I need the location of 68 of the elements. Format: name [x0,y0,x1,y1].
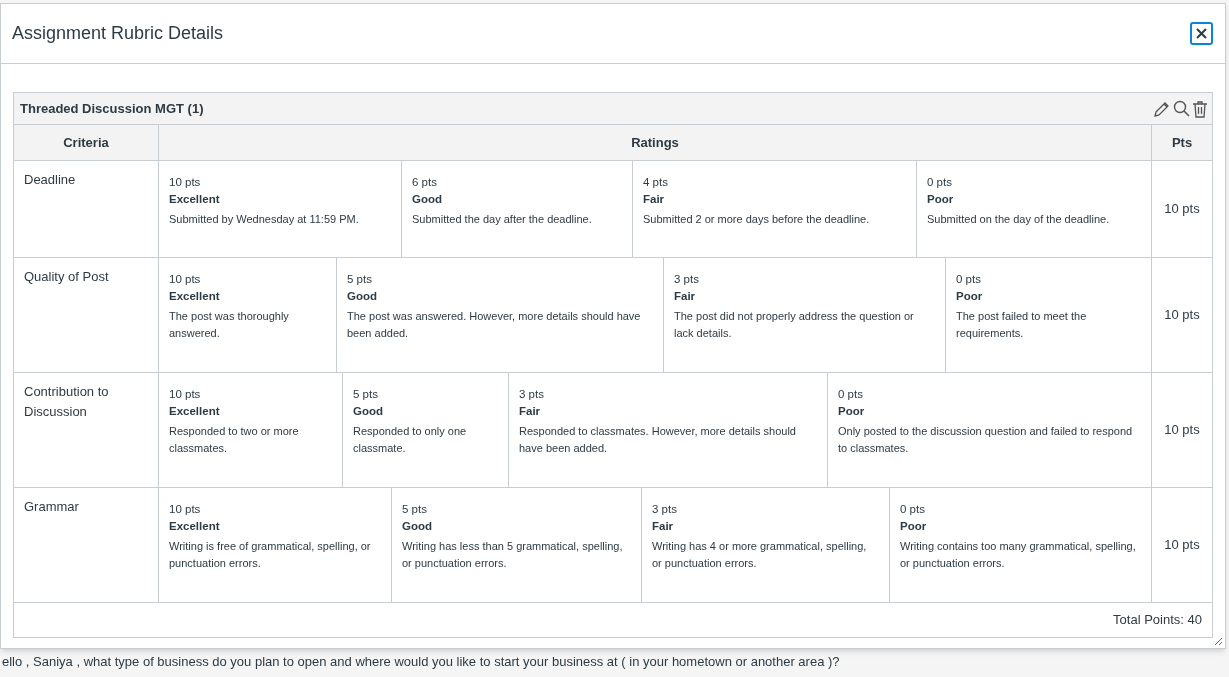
rating-label: Good [353,404,384,419]
rating-description: Submitted on the day of the deadline. [927,212,1110,227]
rubric-title: Threaded Discussion MGT (1) [20,99,204,118]
rating-label: Fair [643,192,665,207]
criterion-points: 10 pts [1164,421,1200,440]
rating-points: 3 pts [652,502,677,517]
rating-label: Poor [838,404,865,419]
criterion-points: 10 pts [1164,306,1200,325]
rating-description: The post did not properly address the question or lack details. [674,309,915,341]
rating-label: Fair [674,289,696,304]
rating-label: Poor [956,289,983,304]
rating-description: Writing has less than 5 grammatical, spelling, or punctuation errors. [402,539,624,571]
rating-description: Submitted 2 or more days before the deadline. [643,212,870,227]
rating-points: 3 pts [674,272,699,287]
rating-label: Good [347,289,378,304]
rating-points: 5 pts [347,272,372,287]
rating-label: Excellent [169,519,220,534]
rating-label: Poor [927,192,954,207]
rating-points: 0 pts [900,502,925,517]
rating-label: Fair [652,519,674,534]
rating-description: The post was thoroughly answered. [169,309,290,341]
rating-description: The post failed to meet the requirements. [956,309,1088,341]
rating-points: 0 pts [956,272,981,287]
resize-handle-icon[interactable] [1213,636,1223,646]
rating-description: Writing has 4 or more grammatical, spelling, or punctuation errors. [652,539,868,571]
rating-label: Excellent [169,289,220,304]
rating-description: Only posted to the discussion question and failed to respond to classmates. [838,424,1134,456]
total-points: Total Points: 40 [1113,611,1202,630]
rating-description: Writing is free of grammatical, spelling, or punctuation errors. [169,539,372,571]
rating-points: 3 pts [519,387,544,402]
rating-points: 6 pts [412,175,437,190]
rating-points: 0 pts [927,175,952,190]
rating-points: 0 pts [838,387,863,402]
rating-points: 10 pts [169,502,201,517]
rating-description: Writing contains too many grammatical, spelling, or punctuation errors. [900,539,1137,571]
rating-description: Submitted the day after the deadline. [412,212,592,227]
rating-points: 10 pts [169,387,201,402]
criterion-name: Grammar [24,498,80,516]
rating-description: Responded to only one classmate. [353,424,468,456]
search-icon[interactable] [1173,100,1190,117]
close-icon [1196,28,1207,39]
rating-label: Excellent [169,404,220,419]
rating-label: Good [412,192,443,207]
rating-label: Poor [900,519,927,534]
rating-description: Submitted by Wednesday at 11:59 PM. [169,212,359,227]
close-button[interactable] [1190,22,1213,45]
criterion-name: Deadline [24,171,77,189]
criterion-name: Contribution to Discussion [24,383,110,421]
column-header: Pts [1170,133,1194,152]
rating-points: 10 pts [169,272,201,287]
rating-description: Responded to two or more classmates. [169,424,300,456]
criterion-points: 10 pts [1164,200,1200,219]
rating-points: 10 pts [169,175,201,190]
column-header: Ratings [159,125,1152,160]
rating-points: 5 pts [353,387,378,402]
rating-description: The post was answered. However, more details should have been added. [347,309,642,341]
rating-label: Excellent [169,192,220,207]
criterion-name: Quality of Post [24,268,110,286]
criterion-points: 10 pts [1164,536,1200,555]
rating-label: Good [402,519,433,534]
trash-icon[interactable] [1192,99,1208,118]
column-header: Criteria [14,125,159,160]
rating-description: Responded to classmates. However, more details should have been added. [519,424,797,456]
rating-points: 4 pts [643,175,668,190]
background-text: ello , Saniya , what type of business do you plan to open and where would you like to start your business at ( in your hometown or another area )? [2,653,841,671]
dialog-title: Assignment Rubric Details [12,22,224,45]
rating-points: 5 pts [402,502,427,517]
rating-label: Fair [519,404,541,419]
